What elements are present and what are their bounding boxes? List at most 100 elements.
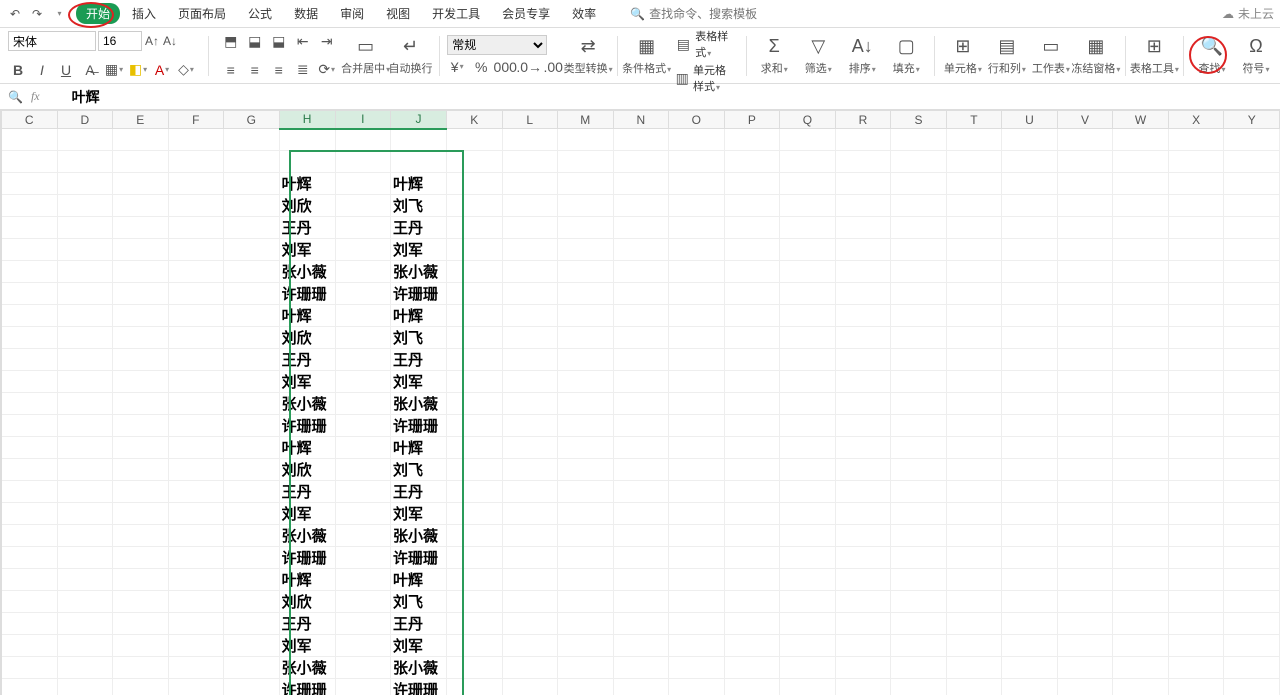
tab-数据[interactable]: 数据 (284, 1, 328, 26)
col-header-Y[interactable]: Y (1224, 111, 1280, 129)
cell[interactable] (1168, 459, 1224, 481)
cell[interactable] (557, 679, 613, 695)
cell[interactable] (557, 327, 613, 349)
cell[interactable] (613, 657, 669, 679)
cell[interactable] (1113, 283, 1169, 305)
cell[interactable] (1113, 151, 1169, 173)
cell[interactable] (669, 239, 725, 261)
increase-decimal-icon[interactable]: .0→ (519, 57, 539, 77)
cell[interactable] (1113, 349, 1169, 371)
cell[interactable] (946, 569, 1001, 591)
cell[interactable] (335, 679, 390, 695)
cell[interactable] (613, 327, 669, 349)
fill-button[interactable]: ▢填充 (886, 36, 926, 76)
cell[interactable] (502, 591, 557, 613)
cell[interactable] (946, 415, 1001, 437)
cell[interactable] (168, 349, 223, 371)
tab-视图[interactable]: 视图 (376, 1, 420, 26)
cell[interactable] (946, 459, 1001, 481)
cell[interactable] (613, 217, 669, 239)
cell[interactable] (557, 481, 613, 503)
cell[interactable] (447, 569, 503, 591)
col-header-K[interactable]: K (447, 111, 503, 129)
cell[interactable] (447, 261, 503, 283)
cell[interactable] (502, 151, 557, 173)
cell[interactable] (891, 283, 947, 305)
cell[interactable] (502, 393, 557, 415)
cell[interactable] (224, 129, 280, 151)
cell[interactable] (1002, 547, 1058, 569)
cell[interactable] (447, 305, 503, 327)
cell[interactable] (1057, 327, 1113, 349)
cell[interactable] (57, 129, 113, 151)
cell[interactable] (669, 635, 725, 657)
cell[interactable] (780, 129, 836, 151)
cell[interactable] (780, 173, 836, 195)
cell[interactable] (891, 305, 947, 327)
cell[interactable] (57, 173, 113, 195)
cell[interactable] (2, 371, 58, 393)
cell[interactable] (1002, 569, 1058, 591)
cell[interactable] (835, 239, 891, 261)
cell[interactable] (1224, 657, 1280, 679)
align-middle-icon[interactable]: ⬓ (245, 31, 265, 51)
cell[interactable] (502, 415, 557, 437)
cell[interactable] (113, 635, 169, 657)
cell[interactable] (1168, 481, 1224, 503)
cell[interactable]: 刘飞 (390, 459, 446, 481)
search-icon[interactable]: 🔍 (630, 7, 645, 21)
cell[interactable] (113, 217, 169, 239)
cell[interactable] (780, 371, 836, 393)
col-header-P[interactable]: P (724, 111, 780, 129)
cell[interactable] (447, 349, 503, 371)
cell[interactable] (224, 239, 280, 261)
cell[interactable] (502, 547, 557, 569)
cell[interactable] (168, 547, 223, 569)
cell[interactable] (724, 305, 780, 327)
cell[interactable] (835, 173, 891, 195)
currency-icon[interactable]: ¥ (447, 57, 467, 77)
cell[interactable] (780, 525, 836, 547)
qat-more-icon[interactable] (50, 5, 68, 23)
cell[interactable] (1057, 195, 1113, 217)
cell[interactable] (669, 217, 725, 239)
cell[interactable] (891, 437, 947, 459)
col-header-O[interactable]: O (669, 111, 725, 129)
cell-style-button[interactable]: 单元格样式 (693, 62, 734, 94)
cell[interactable] (1002, 525, 1058, 547)
cell[interactable] (2, 635, 58, 657)
cell[interactable] (168, 217, 223, 239)
cell[interactable] (447, 437, 503, 459)
cell[interactable] (113, 503, 169, 525)
cell[interactable] (502, 503, 557, 525)
cell[interactable] (113, 547, 169, 569)
cell[interactable] (946, 129, 1001, 151)
cell[interactable] (1057, 129, 1113, 151)
cell[interactable]: 王丹 (390, 349, 446, 371)
cell[interactable] (335, 195, 390, 217)
cell[interactable] (1168, 173, 1224, 195)
cell[interactable]: 王丹 (390, 613, 446, 635)
cell[interactable] (946, 283, 1001, 305)
cell[interactable] (557, 349, 613, 371)
align-center-icon[interactable]: ≡ (245, 60, 265, 80)
cell[interactable] (891, 195, 947, 217)
cell[interactable]: 王丹 (279, 217, 335, 239)
cell[interactable] (447, 459, 503, 481)
cell[interactable] (224, 591, 280, 613)
cell[interactable] (2, 679, 58, 695)
orientation-icon[interactable]: ⟳ (317, 60, 337, 80)
cell[interactable] (891, 261, 947, 283)
cell[interactable] (946, 349, 1001, 371)
tab-审阅[interactable]: 审阅 (330, 1, 374, 26)
cell[interactable] (57, 613, 113, 635)
cell[interactable]: 刘军 (390, 503, 446, 525)
cell[interactable] (2, 327, 58, 349)
cell[interactable] (835, 195, 891, 217)
cell[interactable] (724, 349, 780, 371)
cell[interactable] (168, 415, 223, 437)
cell[interactable] (1168, 305, 1224, 327)
cell[interactable] (669, 371, 725, 393)
cell[interactable]: 许珊珊 (279, 679, 335, 695)
cell[interactable] (335, 371, 390, 393)
